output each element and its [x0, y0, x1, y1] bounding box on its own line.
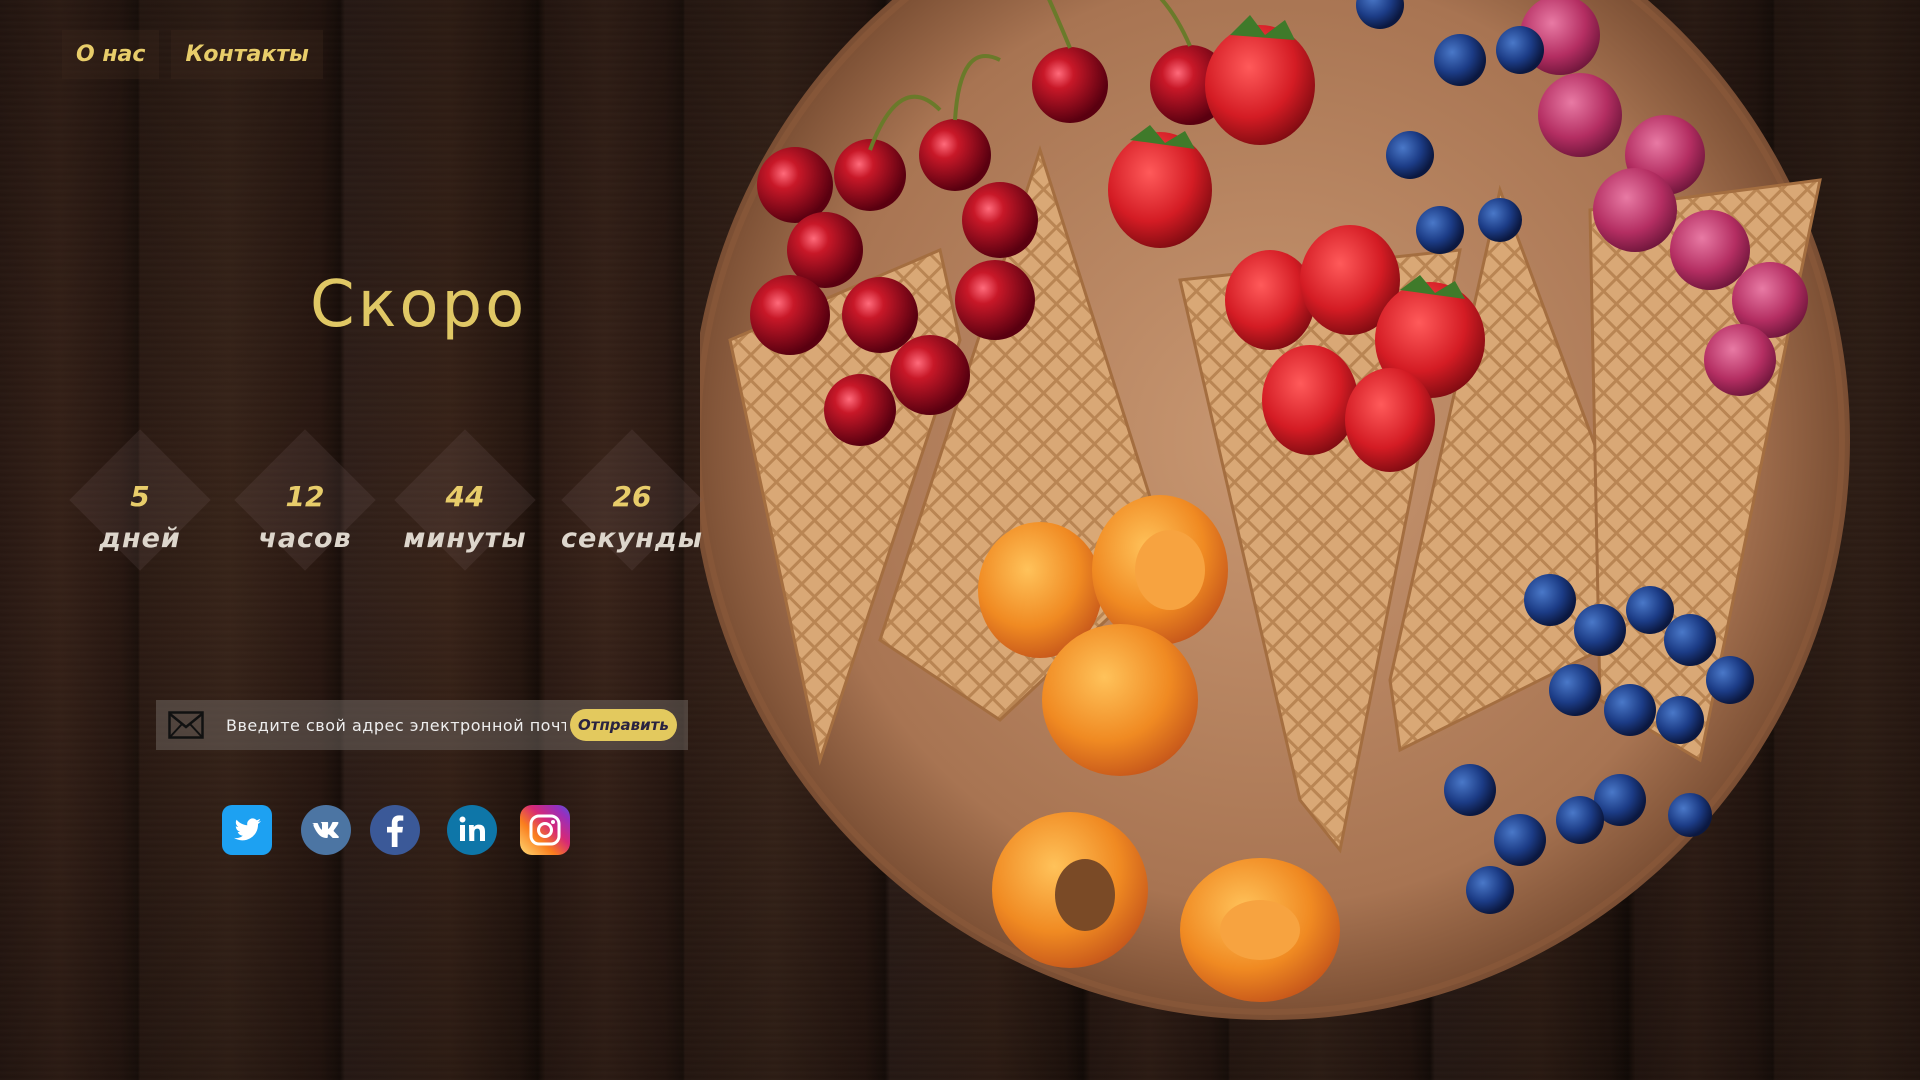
countdown-hours-value: 12: [285, 480, 325, 513]
subscribe-form: Отправить: [156, 700, 688, 750]
page: О нас Контакты Скоро 5 дней 12 часов 44 …: [0, 0, 1920, 1080]
nav-link-contacts[interactable]: Контакты: [171, 30, 323, 79]
countdown-days: 5 дней: [60, 429, 220, 571]
countdown-minutes-value: 44: [445, 480, 485, 513]
send-button[interactable]: Отправить: [570, 709, 677, 741]
email-field[interactable]: [224, 714, 568, 736]
countdown-seconds-unit: секунды: [560, 523, 704, 554]
vk-icon[interactable]: [301, 805, 351, 855]
countdown-days-unit: дней: [99, 523, 181, 554]
countdown-days-value: 5: [130, 480, 150, 513]
countdown-hours-unit: часов: [258, 523, 352, 554]
countdown-seconds-value: 26: [612, 480, 652, 513]
linkedin-icon[interactable]: [447, 805, 497, 855]
countdown: 5 дней 12 часов 44 минуты 26 секунды: [60, 429, 720, 630]
page-title: Скоро: [310, 268, 528, 342]
countdown-minutes: 44 минуты: [385, 429, 545, 571]
facebook-icon[interactable]: [370, 805, 420, 855]
instagram-icon[interactable]: [520, 805, 570, 855]
fruit-board-image: [700, 0, 1850, 1020]
nav-link-about[interactable]: О нас: [62, 30, 160, 79]
countdown-minutes-unit: минуты: [403, 523, 527, 554]
top-nav: О нас Контакты: [62, 30, 323, 79]
twitter-icon[interactable]: [222, 805, 272, 855]
countdown-seconds: 26 секунды: [552, 429, 712, 571]
mail-icon: [168, 711, 204, 739]
countdown-hours: 12 часов: [225, 429, 385, 571]
